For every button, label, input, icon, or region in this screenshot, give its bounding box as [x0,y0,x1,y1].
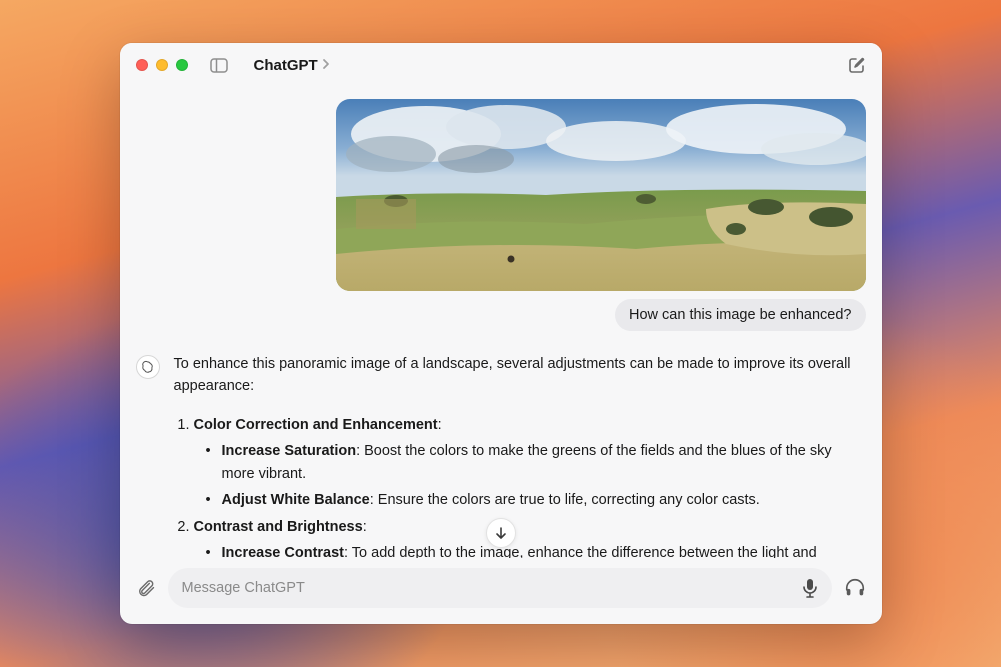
mic-button[interactable] [802,578,818,598]
voice-mode-button[interactable] [844,577,866,599]
app-window: ChatGPT [120,43,882,624]
list-item: Increase Contrast: To add depth to the i… [206,542,866,558]
chevron-right-icon [322,57,330,73]
window-controls [136,59,188,71]
arrow-down-icon [494,526,508,540]
new-chat-button[interactable] [847,56,866,75]
attach-button[interactable] [136,578,156,598]
list-item: Contrast and Brightness: Increase Contra… [194,516,866,558]
list-item: Increase Saturation: Boost the colors to… [206,440,866,485]
list-item: Adjust White Balance: Ensure the colors … [206,489,866,511]
sidebar-toggle-button[interactable] [210,58,228,73]
messages-scroll[interactable]: How can this image be enhanced? To enhan… [120,87,882,558]
user-message-text: How can this image be enhanced? [615,299,865,331]
message-input[interactable] [182,580,792,596]
headphones-icon [844,577,866,599]
chatgpt-logo-icon [140,360,155,375]
assistant-intro: To enhance this panoramic image of a lan… [174,353,866,398]
compose-icon [847,56,866,75]
scroll-to-bottom-button[interactable] [486,518,516,548]
title-dropdown[interactable]: ChatGPT [254,57,330,74]
sidebar-icon [210,58,228,73]
user-message: How can this image be enhanced? [136,99,866,331]
list-item: Color Correction and Enhancement: Increa… [194,414,866,512]
assistant-message-text: To enhance this panoramic image of a lan… [174,353,866,558]
microphone-icon [802,578,818,598]
user-attached-image[interactable] [336,99,866,291]
minimize-window-button[interactable] [156,59,168,71]
composer [120,558,882,624]
titlebar: ChatGPT [120,43,882,87]
assistant-avatar [136,355,160,379]
close-window-button[interactable] [136,59,148,71]
conversation-area: How can this image be enhanced? To enhan… [120,87,882,558]
app-title: ChatGPT [254,57,318,74]
message-input-wrap [168,568,832,608]
fullscreen-window-button[interactable] [176,59,188,71]
paperclip-icon [136,578,156,598]
